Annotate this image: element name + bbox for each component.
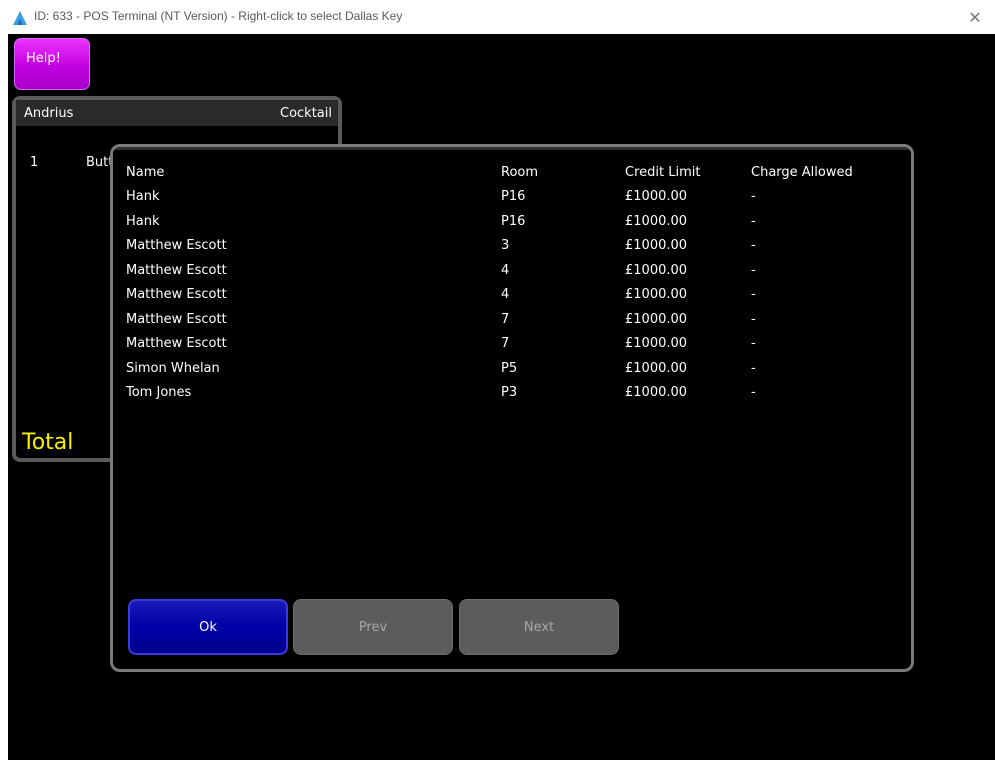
cell-name: Hank [126, 213, 160, 229]
cell-charge-allowed: - [751, 238, 756, 254]
cell-room: 4 [501, 287, 510, 303]
table-row[interactable]: Matthew Escott 3 £1000.00 - [126, 234, 901, 259]
cell-credit-limit: £1000.00 [625, 262, 688, 278]
cell-name: Simon Whelan [126, 360, 220, 376]
cell-room: 3 [501, 238, 510, 254]
table-header-row: Name Room Credit Limit Charge Allowed [126, 160, 901, 185]
order-user-name: Andrius [24, 106, 74, 121]
cell-charge-allowed: - [751, 385, 756, 401]
app-window: ID: 633 - POS Terminal (NT Version) - Ri… [0, 0, 995, 760]
cell-name: Hank [126, 189, 160, 205]
table-row[interactable]: Hank P16 £1000.00 - [126, 185, 901, 210]
table-row[interactable]: Hank P16 £1000.00 - [126, 209, 901, 234]
customer-table: Name Room Credit Limit Charge Allowed Ha… [126, 160, 901, 405]
table-row[interactable]: Matthew Escott 7 £1000.00 - [126, 307, 901, 332]
cell-room: 4 [501, 262, 510, 278]
cell-room: P16 [501, 213, 526, 229]
cell-charge-allowed: - [751, 311, 756, 327]
dialog-top-sheen [113, 147, 911, 150]
cell-room: P3 [501, 385, 518, 401]
title-bar: ID: 633 - POS Terminal (NT Version) - Ri… [0, 0, 995, 34]
close-icon: ✕ [968, 7, 982, 27]
cell-credit-limit: £1000.00 [625, 385, 688, 401]
ok-button[interactable]: Ok [128, 599, 288, 655]
cell-name: Matthew Escott [126, 311, 227, 327]
order-header: Andrius Cocktail [16, 100, 338, 126]
cell-credit-limit: £1000.00 [625, 189, 688, 205]
cell-charge-allowed: - [751, 189, 756, 205]
cell-name: Matthew Escott [126, 287, 227, 303]
column-header-credit-limit: Credit Limit [625, 164, 701, 180]
cell-credit-limit: £1000.00 [625, 360, 688, 376]
cell-room: P5 [501, 360, 518, 376]
cell-charge-allowed: - [751, 262, 756, 278]
cell-charge-allowed: - [751, 213, 756, 229]
table-row[interactable]: Matthew Escott 4 £1000.00 - [126, 283, 901, 308]
cell-charge-allowed: - [751, 360, 756, 376]
cell-credit-limit: £1000.00 [625, 287, 688, 303]
cell-name: Tom Jones [126, 385, 192, 401]
cell-credit-limit: £1000.00 [625, 311, 688, 327]
column-header-charge-allowed: Charge Allowed [751, 164, 853, 180]
cell-room: 7 [501, 336, 510, 352]
order-total-label: Total [22, 430, 74, 455]
cell-name: Matthew Escott [126, 262, 227, 278]
order-mode-label: Cocktail [280, 106, 332, 121]
help-button[interactable]: Help! [14, 38, 90, 90]
table-row[interactable]: Simon Whelan P5 £1000.00 - [126, 356, 901, 381]
cell-charge-allowed: - [751, 287, 756, 303]
table-row[interactable]: Matthew Escott 4 £1000.00 - [126, 258, 901, 283]
pos-screen: Help! Andrius Cocktail 1 Butt Total Name… [8, 34, 995, 760]
cell-name: Matthew Escott [126, 238, 227, 254]
cell-room: P16 [501, 189, 526, 205]
cell-credit-limit: £1000.00 [625, 238, 688, 254]
cell-credit-limit: £1000.00 [625, 336, 688, 352]
close-window-button[interactable]: ✕ [955, 0, 995, 34]
prev-button[interactable]: Prev [293, 599, 453, 655]
table-row[interactable]: Tom Jones P3 £1000.00 - [126, 381, 901, 406]
column-header-name: Name [126, 164, 165, 180]
order-line-qty[interactable]: 1 [30, 155, 38, 170]
next-button[interactable]: Next [459, 599, 619, 655]
cell-room: 7 [501, 311, 510, 327]
cell-name: Matthew Escott [126, 336, 227, 352]
cell-charge-allowed: - [751, 336, 756, 352]
column-header-room: Room [501, 164, 539, 180]
table-row[interactable]: Matthew Escott 7 £1000.00 - [126, 332, 901, 357]
cell-credit-limit: £1000.00 [625, 213, 688, 229]
window-title: ID: 633 - POS Terminal (NT Version) - Ri… [34, 9, 403, 23]
app-logo-icon [13, 11, 27, 25]
customer-select-dialog: Name Room Credit Limit Charge Allowed Ha… [110, 144, 914, 672]
